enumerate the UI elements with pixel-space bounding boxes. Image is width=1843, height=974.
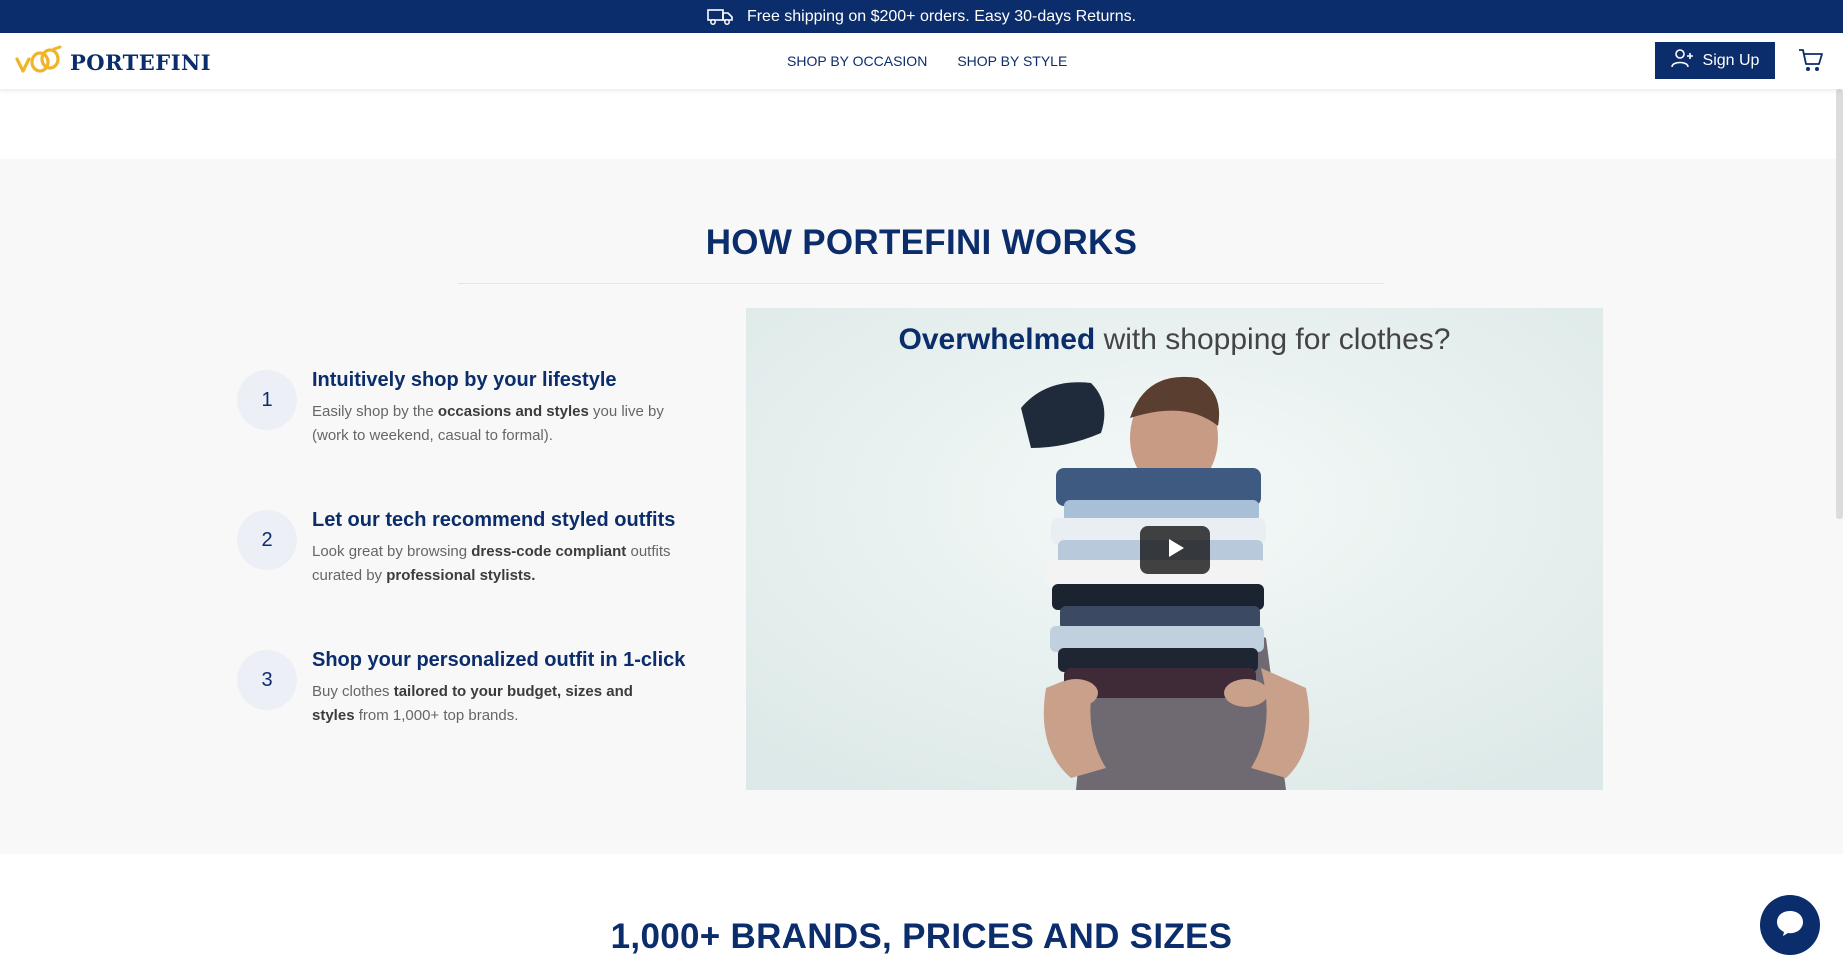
chat-icon bbox=[1775, 908, 1805, 943]
step-description: Look great by browsing dress-code compli… bbox=[312, 540, 672, 588]
step-description: Buy clothes tailored to your budget, siz… bbox=[312, 680, 672, 728]
section-title: HOW PORTEFINI WORKS bbox=[705, 223, 1138, 262]
step-number: 3 bbox=[237, 650, 297, 710]
caption-bold: Overwhelmed bbox=[898, 323, 1096, 356]
logo[interactable]: PORTEFINI bbox=[14, 45, 211, 80]
step-3: 3 Shop your personalized outfit in 1-cli… bbox=[237, 649, 717, 730]
step-title: Intuitively shop by your lifestyle bbox=[312, 369, 617, 391]
previous-section-tail bbox=[0, 89, 1843, 159]
step-number: 2 bbox=[237, 510, 297, 570]
play-icon bbox=[1164, 537, 1186, 564]
step-2: 2 Let our tech recommend styled outfits … bbox=[237, 509, 717, 590]
step-title: Let our tech recommend styled outfits bbox=[312, 509, 676, 531]
nav-shop-by-style[interactable]: SHOP BY STYLE bbox=[957, 53, 1067, 69]
promo-bar: Free shipping on $200+ orders. Easy 30-d… bbox=[0, 0, 1843, 33]
desc-text: Buy clothes bbox=[312, 683, 394, 700]
step-1: 1 Intuitively shop by your lifestyle Eas… bbox=[237, 369, 717, 450]
site-header: PORTEFINI SHOP BY OCCASION SHOP BY STYLE… bbox=[0, 33, 1843, 89]
main-nav: SHOP BY OCCASION SHOP BY STYLE bbox=[787, 53, 1067, 69]
logo-mark-icon bbox=[14, 45, 62, 80]
step-number: 1 bbox=[237, 370, 297, 430]
desc-emphasis: dress-code compliant bbox=[471, 543, 627, 560]
chat-button[interactable] bbox=[1760, 895, 1820, 955]
step-description: Easily shop by the occasions and styles … bbox=[312, 400, 672, 448]
desc-text: Easily shop by the bbox=[312, 403, 438, 420]
section-divider bbox=[458, 283, 1384, 284]
sign-up-button[interactable]: Sign Up bbox=[1655, 42, 1775, 79]
add-user-icon bbox=[1670, 48, 1695, 73]
desc-emphasis: occasions and styles bbox=[437, 403, 589, 420]
nav-shop-by-occasion[interactable]: SHOP BY OCCASION bbox=[787, 53, 927, 69]
play-button[interactable] bbox=[1140, 526, 1210, 574]
desc-text: Look great by browsing bbox=[312, 543, 472, 560]
desc-text: from 1,000+ top brands. bbox=[354, 707, 519, 724]
video-caption: Overwhelmed with shopping for clothes? bbox=[746, 323, 1603, 357]
intro-video[interactable]: Overwhelmed with shopping for clothes? bbox=[746, 308, 1603, 790]
caption-rest: with shopping for clothes? bbox=[1095, 323, 1451, 356]
step-title: Shop your personalized outfit in 1-click bbox=[312, 649, 686, 671]
cart-icon[interactable] bbox=[1798, 47, 1824, 78]
desc-emphasis: professional stylists. bbox=[386, 567, 536, 584]
brands-section-title: 1,000+ BRANDS, PRICES AND SIZES bbox=[610, 917, 1233, 956]
truck-icon bbox=[707, 8, 733, 26]
logo-text: PORTEFINI bbox=[70, 50, 212, 75]
page-scrollbar[interactable] bbox=[1836, 89, 1843, 519]
sign-up-label: Sign Up bbox=[1702, 51, 1760, 69]
promo-text: Free shipping on $200+ orders. Easy 30-d… bbox=[746, 7, 1137, 25]
